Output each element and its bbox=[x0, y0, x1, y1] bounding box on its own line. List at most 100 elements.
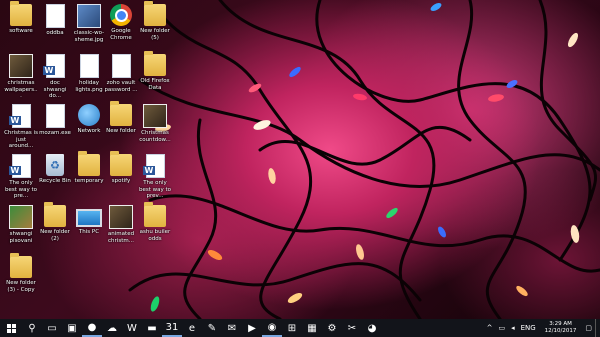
desktop-icon-label: animated christm... bbox=[107, 231, 135, 244]
taskbar: ⚲ ▭ ▣ ● ☁ W ▬ 31 e ✎ ✉ ▶ ◉ ⊞ ▦ ⚙ ✂ ◕ ^ ▭ ◂ ENG 3:29 AM 12… bbox=[0, 319, 600, 337]
desktop-icon[interactable]: ashu builer odds bbox=[138, 202, 172, 242]
desktop-icon-label: oddba bbox=[46, 30, 64, 36]
notifications-icon[interactable]: ▢ bbox=[582, 324, 595, 332]
volume-icon[interactable]: ◂ bbox=[508, 324, 518, 332]
desktop-icon-label: Christmas is just around... bbox=[4, 130, 38, 149]
doc-icon bbox=[45, 4, 65, 28]
desktop-icon-label: New folder bbox=[106, 128, 136, 134]
desktop-icon[interactable]: The only best way to pre... bbox=[4, 154, 38, 200]
desktop-icon[interactable]: zoho vault password ... bbox=[104, 54, 138, 93]
windows-icon bbox=[6, 323, 16, 333]
desktop-icon[interactable]: software bbox=[4, 1, 38, 35]
desktop-icon-label: This PC bbox=[78, 229, 100, 235]
clock-date: 12/10/2017 bbox=[544, 328, 577, 334]
word-icon bbox=[8, 154, 31, 178]
photos-app-icon[interactable]: ▣ bbox=[62, 319, 82, 337]
show-hidden-icons-chevron[interactable]: ^ bbox=[484, 324, 496, 332]
folder-icon bbox=[78, 151, 100, 176]
snipping-tool-icon[interactable]: ✂ bbox=[342, 319, 362, 337]
desktop: software oddba classic-wo-sheme.jpg Google … bbox=[0, 0, 600, 319]
desktop-icon-label: Old Firefox Data bbox=[140, 78, 170, 91]
desktop-icon[interactable]: This PC bbox=[72, 205, 106, 236]
desktop-icon-label: zoho vault password ... bbox=[104, 80, 138, 93]
desktop-icon[interactable]: Recycle Bin bbox=[38, 154, 72, 185]
desktop-icon-label: ashu builer odds bbox=[139, 229, 171, 242]
desktop-icon[interactable]: shwangi pisovani bbox=[4, 205, 38, 244]
doc-icon bbox=[45, 104, 65, 128]
video-icon bbox=[9, 54, 33, 78]
media-player-icon[interactable]: ▶ bbox=[242, 319, 262, 337]
settings-icon[interactable]: ⚙ bbox=[322, 319, 342, 337]
folder-icon bbox=[110, 101, 132, 126]
doc-icon bbox=[111, 54, 131, 78]
video-icon bbox=[143, 104, 167, 128]
folder-icon bbox=[144, 51, 166, 76]
search-icon[interactable]: ⚲ bbox=[22, 319, 42, 337]
word-icon bbox=[8, 104, 31, 128]
desktop-icon[interactable]: Network bbox=[72, 104, 106, 135]
word-icon bbox=[42, 54, 65, 78]
calendar-icon[interactable]: 31 bbox=[162, 319, 182, 337]
desktop-icon[interactable]: oddba bbox=[38, 4, 72, 37]
doc-icon bbox=[79, 54, 99, 78]
desktop-icon[interactable]: doc shwangi do... bbox=[38, 54, 72, 100]
desktop-icon[interactable]: New folder bbox=[104, 101, 138, 135]
desktop-icon-label: spotify bbox=[111, 178, 131, 184]
desktop-icon[interactable]: Christmas is just around... bbox=[4, 104, 38, 150]
folder-icon bbox=[44, 202, 66, 227]
word-icon[interactable]: W bbox=[122, 319, 142, 337]
chrome-taskbar-icon[interactable]: ◉ bbox=[262, 319, 282, 337]
start-button[interactable] bbox=[0, 319, 22, 337]
desktop-icon[interactable]: animated christm... bbox=[104, 205, 138, 244]
desktop-icon[interactable]: The only best way to prev... bbox=[138, 154, 172, 200]
desktop-icon-label: New folder (3) - Copy bbox=[6, 280, 36, 293]
file-explorer-icon[interactable]: ▬ bbox=[142, 319, 162, 337]
show-desktop-button[interactable] bbox=[595, 319, 600, 337]
desktop-icon[interactable]: mozam.exe bbox=[38, 104, 72, 137]
desktop-icon[interactable]: New folder (3) - Copy bbox=[4, 253, 38, 293]
language-indicator[interactable]: ENG bbox=[518, 324, 539, 332]
network-icon bbox=[78, 104, 100, 126]
edge-icon[interactable]: e bbox=[182, 319, 202, 337]
paint-app-icon[interactable]: ✎ bbox=[202, 319, 222, 337]
desktop-icon-label: holiday lights.png bbox=[75, 80, 103, 93]
chrome-user-icon[interactable]: ◕ bbox=[362, 319, 382, 337]
firefox-icon[interactable]: ● bbox=[82, 319, 102, 337]
desktop-icon-label: Google Chrome bbox=[110, 28, 132, 41]
clock-time: 3:29 AM bbox=[549, 321, 572, 327]
desktop-icon[interactable]: temporary bbox=[72, 151, 106, 185]
desktop-icon-label: shwangi pisovani bbox=[9, 231, 33, 244]
video-icon bbox=[109, 205, 133, 229]
desktop-icon-label: mozam.exe bbox=[39, 130, 71, 136]
folder-icon bbox=[10, 253, 32, 278]
desktop-icon-label: Christmas countdow... bbox=[139, 130, 171, 143]
desktop-icon-label: temporary bbox=[74, 178, 104, 184]
desktop-icon[interactable]: New folder (5) bbox=[138, 1, 172, 41]
pc-icon bbox=[76, 209, 102, 227]
desktop-icon[interactable]: holiday lights.png bbox=[72, 54, 106, 93]
clock[interactable]: 3:29 AM 12/10/2017 bbox=[539, 321, 583, 335]
folder-icon bbox=[10, 1, 32, 26]
system-tray: ^ ▭ ◂ ENG 3:29 AM 12/10/2017 ▢ bbox=[484, 319, 600, 337]
mail-icon[interactable]: ✉ bbox=[222, 319, 242, 337]
desktop-icon[interactable]: spotify bbox=[104, 151, 138, 185]
desktop-icon-label: Recycle Bin bbox=[39, 178, 71, 184]
desktop-icon[interactable]: Christmas countdow... bbox=[138, 104, 172, 143]
task-view-icon[interactable]: ▭ bbox=[42, 319, 62, 337]
folder-icon bbox=[144, 202, 166, 227]
word-icon bbox=[142, 154, 165, 178]
desktop-icon-label: Network bbox=[77, 128, 101, 134]
desktop-icon[interactable]: christmas wallpapers... bbox=[4, 54, 38, 100]
store-icon[interactable]: ⊞ bbox=[282, 319, 302, 337]
desktop-icon-label: classic-wo-sheme.jpg bbox=[73, 30, 105, 43]
desktop-icon[interactable]: Old Firefox Data bbox=[138, 51, 172, 91]
desktop-icon-label: New folder (2) bbox=[40, 229, 70, 242]
desktop-icon[interactable]: Google Chrome bbox=[104, 4, 138, 41]
colorful-app-icon[interactable]: ▦ bbox=[302, 319, 322, 337]
network-tray-icon[interactable]: ▭ bbox=[495, 324, 508, 332]
desktop-icon[interactable]: New folder (2) bbox=[38, 202, 72, 242]
recycle-icon bbox=[46, 154, 64, 176]
desktop-icon-label: doc shwangi do... bbox=[43, 80, 67, 99]
cloud-app-icon[interactable]: ☁ bbox=[102, 319, 122, 337]
desktop-icon[interactable]: classic-wo-sheme.jpg bbox=[72, 4, 106, 43]
